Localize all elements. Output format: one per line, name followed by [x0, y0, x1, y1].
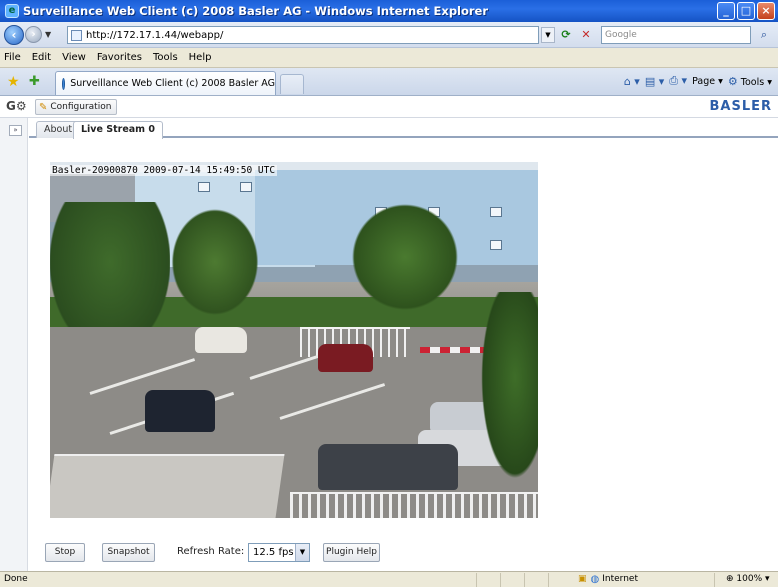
tools-menu[interactable]: ⚙ Tools ▾ — [728, 75, 772, 88]
status-divider — [714, 573, 715, 587]
back-button[interactable]: ‹ — [4, 24, 24, 45]
address-field[interactable]: http://172.17.1.44/webapp/ — [67, 26, 539, 44]
refresh-icon[interactable]: ⟳ — [558, 27, 574, 43]
tools-menu-label: Tools — [740, 76, 765, 88]
tab-live-stream[interactable]: Live Stream 0 — [73, 121, 163, 139]
camera-osd-timestamp: Basler-20900870 2009-07-14 15:49:50 UTC — [50, 165, 278, 176]
webapp-toolbar: G⚙ ✎ Configuration BASLER — [0, 96, 778, 118]
zone-label: Internet — [602, 574, 638, 584]
refresh-rate-select[interactable]: 12.5 fps ▼ — [248, 543, 310, 562]
refresh-rate-value: 12.5 fps — [253, 547, 294, 558]
favorites-star-icon[interactable]: ★ — [7, 74, 20, 90]
menu-view[interactable]: View — [62, 52, 86, 63]
globe-icon: ◍ — [590, 574, 600, 585]
home-icon[interactable]: ⌂ ▾ — [624, 75, 640, 88]
video-car — [195, 327, 247, 353]
snapshot-button[interactable]: Snapshot — [102, 543, 155, 562]
page-menu[interactable]: Page ▾ — [692, 76, 723, 87]
video-tree-right — [480, 292, 538, 482]
browser-tab-label: Surveillance Web Client (c) 2008 Basler … — [70, 78, 275, 89]
status-bar: Done ▣ ◍ Internet ⊕ 100% ▾ — [0, 571, 778, 587]
zoom-level[interactable]: ⊕ 100% ▾ — [726, 572, 770, 587]
video-car — [318, 344, 373, 372]
wrench-icon: ✎ — [39, 101, 48, 113]
feeds-icon[interactable]: ▤ ▾ — [645, 75, 664, 88]
protected-mode-icon: ▣ — [578, 574, 587, 584]
video-trees-right — [350, 202, 460, 312]
video-window — [240, 182, 252, 192]
new-tab-button[interactable] — [280, 74, 304, 94]
stop-button[interactable]: Stop — [45, 543, 85, 562]
basler-logo: BASLER — [709, 99, 772, 114]
browser-tab-bar: ★ ✚ Surveillance Web Client (c) 2008 Bas… — [0, 68, 778, 96]
chevron-down-icon[interactable]: ▼ — [295, 544, 309, 561]
browser-tab-active[interactable]: Surveillance Web Client (c) 2008 Basler … — [55, 71, 276, 95]
menu-edit[interactable]: Edit — [32, 52, 51, 63]
stop-icon[interactable]: ✕ — [578, 27, 594, 43]
video-car — [145, 390, 215, 432]
menu-tools[interactable]: Tools — [153, 52, 178, 63]
zoom-value: 100% — [736, 574, 763, 584]
minimize-button[interactable]: _ — [717, 2, 735, 20]
security-zone[interactable]: ▣ ◍ Internet — [578, 572, 638, 587]
command-bar: ⌂ ▾ ▤ ▾ ⎙ ▾ Page ▾ ⚙ Tools ▾ — [624, 74, 772, 88]
video-fence-foreground — [290, 492, 538, 518]
webapp-tabs: About Live Stream 0 — [29, 118, 778, 139]
camera-app-icon: G⚙ — [6, 99, 27, 113]
print-icon[interactable]: ⎙ ▾ — [669, 74, 687, 88]
window-title: Surveillance Web Client (c) 2008 Basler … — [23, 4, 489, 18]
video-trees-middle — [170, 207, 260, 317]
video-roof-foreground — [50, 454, 285, 518]
status-text: Done — [4, 574, 28, 584]
menu-help[interactable]: Help — [189, 52, 212, 63]
status-divider — [524, 573, 525, 587]
tools-gear-icon: ⚙ — [727, 74, 738, 88]
status-divider — [476, 573, 477, 587]
video-window — [490, 240, 502, 250]
live-video-stream[interactable] — [50, 162, 538, 518]
search-input[interactable]: Google — [601, 26, 751, 44]
menu-bar: File Edit View Favorites Tools Help — [0, 48, 778, 68]
address-dropdown[interactable]: ▼ — [541, 27, 555, 43]
window-controls: _ □ × — [717, 2, 775, 20]
menu-favorites[interactable]: Favorites — [97, 52, 142, 63]
ie-icon: e — [5, 4, 19, 18]
nav-history-dropdown[interactable]: ▼ — [45, 30, 51, 39]
video-window — [198, 182, 210, 192]
side-panel: » — [0, 118, 28, 571]
title-bar: e Surveillance Web Client (c) 2008 Basle… — [0, 0, 778, 22]
expand-panel-button[interactable]: » — [9, 125, 22, 136]
refresh-rate-label: Refresh Rate: — [177, 546, 245, 557]
video-window — [490, 207, 502, 217]
forward-button[interactable]: › — [25, 26, 42, 43]
plugin-help-button[interactable]: Plugin Help — [323, 543, 380, 562]
configuration-label: Configuration — [50, 102, 112, 112]
status-divider — [500, 573, 501, 587]
add-favorite-icon[interactable]: ✚ — [29, 74, 40, 89]
tab-page-icon — [62, 77, 66, 90]
status-divider — [548, 573, 549, 587]
menu-file[interactable]: File — [4, 52, 21, 63]
url-text: http://172.17.1.44/webapp/ — [86, 29, 224, 41]
close-button[interactable]: × — [757, 2, 775, 20]
maximize-button[interactable]: □ — [737, 2, 755, 20]
page-icon — [71, 29, 82, 41]
configuration-button[interactable]: ✎ Configuration — [35, 99, 118, 115]
video-car — [318, 444, 458, 490]
search-icon[interactable]: ⌕ — [755, 27, 773, 43]
page-menu-label: Page — [692, 75, 716, 87]
address-bar-row: ‹ › ▼ http://172.17.1.44/webapp/ ▼ ⟳ ✕ G… — [0, 22, 778, 48]
